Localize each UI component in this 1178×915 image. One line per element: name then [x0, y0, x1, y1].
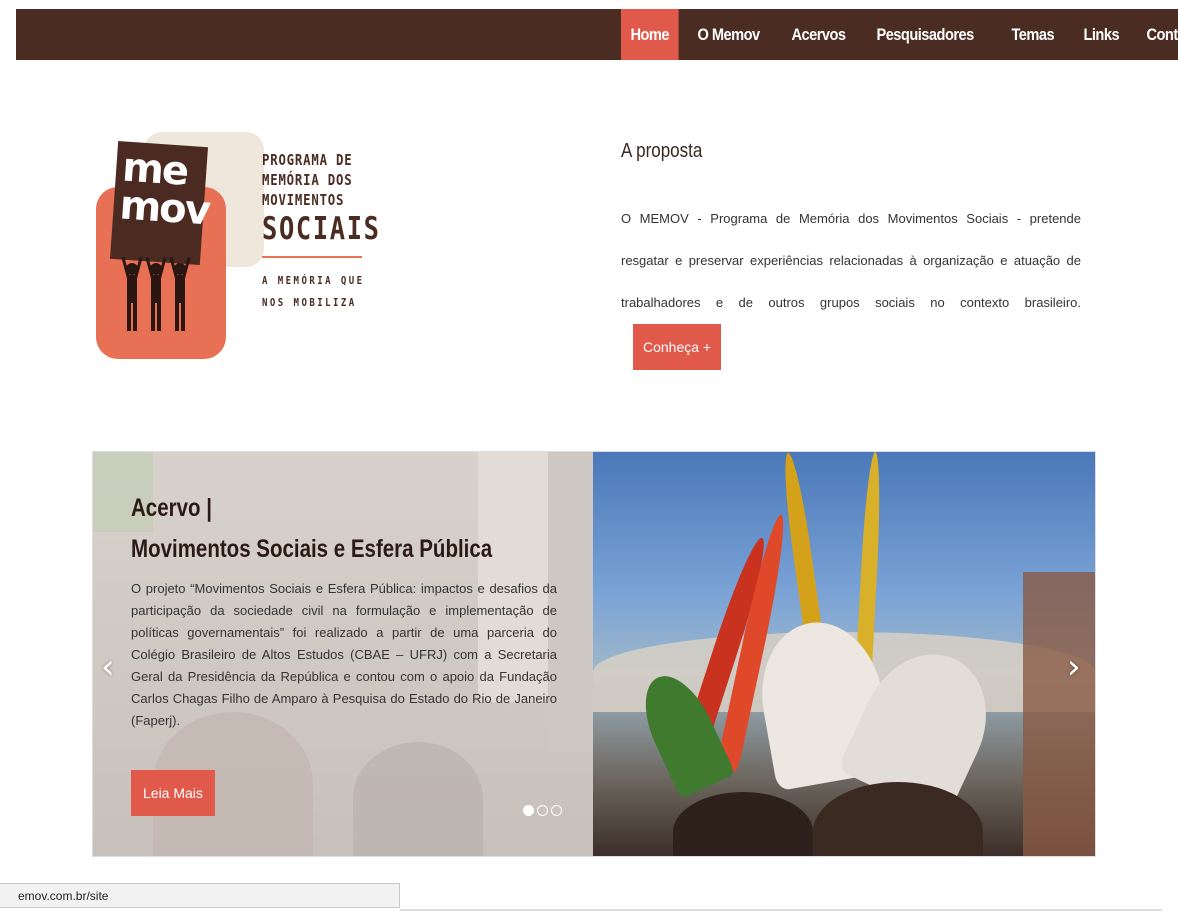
- carousel-dot-1[interactable]: [523, 805, 534, 816]
- page-bottom-divider: [400, 909, 1162, 911]
- logo-text-line1: PROGRAMA DE: [262, 151, 353, 169]
- leia-mais-button[interactable]: Leia Mais: [131, 770, 215, 816]
- slide-photo-headdress: [593, 452, 1095, 856]
- top-navigation-bar: Home O Memov Acervos Pesquisadores Temas…: [16, 9, 1178, 60]
- nav-item-links[interactable]: Links: [1074, 9, 1129, 60]
- nav-item-acervos[interactable]: Acervos: [782, 9, 855, 60]
- carousel-indicators: [523, 805, 562, 816]
- slide-description: O projeto “Movimentos Sociais e Esfera P…: [131, 581, 557, 728]
- carousel-dot-2[interactable]: [537, 805, 548, 816]
- carousel-prev-icon[interactable]: ‹: [101, 650, 115, 684]
- memov-logo[interactable]: me mov PROGRAMA DE MEMÓRIA DOS MOVIMENTO…: [94, 132, 384, 367]
- hero-carousel: Acervo | Movimentos Sociais e Esfera Púb…: [92, 451, 1096, 857]
- proposal-heading: A proposta: [621, 140, 703, 162]
- conheca-button[interactable]: Conheça +: [633, 324, 722, 370]
- logo-divider: [262, 256, 362, 258]
- logo-sign-board: me mov: [109, 141, 211, 265]
- protesters-icon: [121, 257, 191, 331]
- main-nav: Home O Memov Acervos Pesquisadores Temas…: [621, 9, 1178, 60]
- carousel-dot-3[interactable]: [551, 805, 562, 816]
- logo-wordmark: PROGRAMA DE MEMÓRIA DOS MOVIMENTOS SOCIA…: [262, 150, 381, 314]
- carousel-next-icon[interactable]: ›: [1067, 650, 1081, 684]
- proposal-text-block: O MEMOV - Programa de Memória dos Movime…: [621, 198, 1081, 370]
- slide-title: Movimentos Sociais e Esfera Pública: [131, 535, 493, 563]
- nav-item-temas[interactable]: Temas: [1002, 9, 1064, 60]
- logo-text-line3: MOVIMENTOS: [262, 191, 345, 209]
- nav-item-home[interactable]: Home: [621, 9, 679, 60]
- logo-text-line4: SOCIAIS: [262, 211, 381, 247]
- slide-kicker: Acervo |: [131, 494, 212, 522]
- logo-tagline2: NOS MOBILIZA: [262, 296, 357, 309]
- nav-item-pesquisadores[interactable]: Pesquisadores: [867, 9, 983, 60]
- logo-mark-line2: mov: [118, 182, 211, 235]
- logo-text-line2: MEMÓRIA DOS: [262, 171, 353, 189]
- proposal-text: O MEMOV - Programa de Memória dos Movime…: [621, 211, 1081, 310]
- slide-caption: Acervo | Movimentos Sociais e Esfera Púb…: [131, 494, 557, 732]
- nav-item-o-memov[interactable]: O Memov: [688, 9, 769, 60]
- proposal-section: A proposta O MEMOV - Programa de Memória…: [621, 140, 1081, 370]
- status-bar-url: emov.com.br/site: [0, 883, 400, 908]
- logo-tagline1: A MEMÓRIA QUE: [262, 274, 365, 287]
- nav-item-contato[interactable]: Contato: [1137, 9, 1178, 60]
